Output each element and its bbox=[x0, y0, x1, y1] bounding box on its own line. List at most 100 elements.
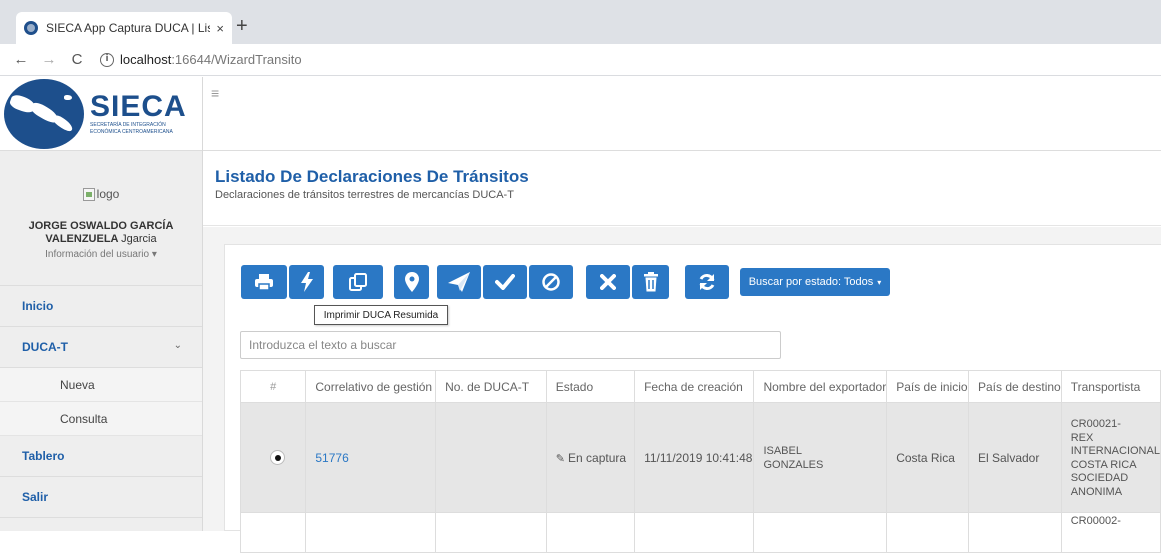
row-select-cell bbox=[239, 402, 307, 513]
location-button[interactable] bbox=[394, 265, 429, 299]
sidebar-item-label: Inicio bbox=[22, 299, 54, 313]
approve-button[interactable] bbox=[483, 265, 527, 299]
sidebar-item-nueva[interactable]: Nueva bbox=[0, 368, 202, 402]
sidebar-item-consulta[interactable]: Consulta bbox=[0, 402, 202, 436]
sidebar: SIECA SECRETARÍA DE INTEGRACIÓN ECONÓMIC… bbox=[0, 77, 203, 531]
site-favicon-icon bbox=[24, 21, 38, 35]
duca-t-submenu: Nueva Consulta bbox=[0, 368, 202, 436]
back-button[interactable]: ← bbox=[10, 51, 32, 68]
cancel-declaration-button[interactable] bbox=[529, 265, 573, 299]
tab-close-icon[interactable]: × bbox=[216, 21, 224, 36]
column-header[interactable]: País de inicio bbox=[886, 370, 969, 403]
sidebar-item-label: Tablero bbox=[22, 449, 65, 463]
map-marker-icon bbox=[404, 272, 419, 292]
print-button[interactable] bbox=[241, 265, 287, 299]
estado-cell: ✎ En captura bbox=[545, 402, 636, 513]
address-bar: ← → C i localhost:16644/WizardTransito bbox=[0, 44, 1161, 76]
correlativo-cell: 51776 bbox=[305, 402, 437, 513]
trash-icon bbox=[643, 272, 658, 292]
pais-destino-cell bbox=[967, 512, 1062, 553]
filter-by-status-label: Buscar por estado: Todos bbox=[748, 276, 874, 288]
user-name: JORGE OSWALDO GARCÍA VALENZUELA Jgarcia bbox=[0, 220, 202, 246]
sidebar-item-inicio[interactable]: Inicio bbox=[0, 286, 202, 327]
brand-subtitle-1: SECRETARÍA DE INTEGRACIÓN bbox=[90, 121, 166, 128]
pais-inicio-cell bbox=[886, 512, 969, 553]
ban-icon bbox=[542, 273, 560, 291]
edit-icon: ✎ bbox=[555, 451, 566, 465]
top-bar: ≡ bbox=[203, 77, 1161, 151]
refresh-button[interactable] bbox=[685, 265, 729, 299]
column-header[interactable]: Fecha de creación bbox=[634, 370, 755, 403]
column-header[interactable]: Correlativo de gestión bbox=[305, 370, 437, 403]
site-info-icon[interactable]: i bbox=[100, 52, 114, 67]
page-subtitle: Declaraciones de tránsitos terrestres de… bbox=[215, 189, 514, 201]
user-last-name: VALENZUELA bbox=[45, 232, 119, 245]
sidebar-item-duca-t[interactable]: DUCA-T ⌄ bbox=[0, 327, 202, 368]
close-button[interactable] bbox=[586, 265, 630, 299]
broken-image-icon bbox=[82, 187, 95, 201]
estado-cell bbox=[545, 512, 636, 553]
logo-alt-text: logo bbox=[96, 187, 120, 201]
column-header[interactable]: # bbox=[239, 370, 307, 403]
forward-button[interactable]: → bbox=[38, 51, 60, 68]
browser-tab[interactable]: SIECA App Captura DUCA | Listac × bbox=[16, 12, 232, 44]
bolt-icon bbox=[300, 272, 313, 292]
chevron-down-icon: ⌄ bbox=[173, 340, 182, 351]
estado-text: En captura bbox=[568, 450, 627, 465]
copy-button[interactable] bbox=[333, 265, 383, 299]
column-header[interactable]: No. de DUCA-T bbox=[435, 370, 547, 403]
column-header[interactable]: Transportista bbox=[1060, 370, 1161, 403]
row-select-cell bbox=[239, 512, 307, 553]
nombre-cell: ISABEL GONZALES bbox=[753, 402, 888, 513]
no-duca-cell bbox=[435, 402, 547, 513]
sidebar-item-label: DUCA-T bbox=[22, 340, 68, 354]
fecha-cell bbox=[634, 512, 755, 553]
transportista-cell: CR00021- REX INTERNACIONAL COSTA RICA SO… bbox=[1060, 402, 1161, 513]
filter-by-status-dropdown[interactable]: Buscar por estado: Todos ▾ bbox=[740, 268, 890, 296]
send-button[interactable] bbox=[437, 265, 481, 299]
bolt-button[interactable] bbox=[289, 265, 324, 299]
declarations-table: # Correlativo de gestión No. de DUCA-T E… bbox=[239, 370, 1161, 553]
transportista-cell: CR00002- bbox=[1060, 512, 1161, 553]
sidebar-item-tablero[interactable]: Tablero bbox=[0, 436, 202, 477]
print-icon bbox=[255, 274, 273, 291]
times-icon bbox=[600, 274, 616, 290]
user-logo-image: logo bbox=[82, 187, 120, 201]
new-tab-button[interactable]: + bbox=[236, 16, 248, 36]
send-icon bbox=[448, 272, 470, 292]
search-input[interactable] bbox=[240, 331, 781, 359]
reload-button[interactable]: C bbox=[66, 51, 88, 68]
user-profile: logo JORGE OSWALDO GARCÍA VALENZUELA Jga… bbox=[0, 151, 202, 286]
fecha-cell: 11/11/2019 10:41:48 bbox=[634, 402, 755, 513]
row-select-radio[interactable] bbox=[270, 450, 286, 466]
brand-logo[interactable]: SIECA SECRETARÍA DE INTEGRACIÓN ECONÓMIC… bbox=[0, 77, 202, 151]
column-header[interactable]: País de destino bbox=[967, 370, 1062, 403]
check-icon bbox=[495, 274, 515, 290]
delete-button[interactable] bbox=[632, 265, 669, 299]
no-duca-cell bbox=[435, 512, 547, 553]
brand-subtitle-2: ECONÓMICA CENTROAMERICANA bbox=[90, 128, 173, 135]
refresh-icon bbox=[699, 273, 715, 291]
user-info-dropdown[interactable]: Información del usuario ▾ bbox=[0, 249, 202, 260]
hamburger-menu-icon[interactable]: ≡ bbox=[211, 85, 219, 101]
url-field[interactable]: localhost:16644/WizardTransito bbox=[120, 52, 302, 67]
column-header[interactable]: Estado bbox=[545, 370, 636, 403]
caret-down-icon: ▾ bbox=[877, 277, 882, 287]
user-login: Jgarcia bbox=[121, 232, 157, 245]
url-path: :16644/WizardTransito bbox=[171, 52, 302, 67]
correlativo-link[interactable]: 51776 bbox=[315, 451, 348, 465]
table-row[interactable]: CR00002- bbox=[239, 512, 1161, 553]
copy-icon bbox=[349, 273, 367, 291]
sieca-globe-icon bbox=[4, 78, 84, 149]
correlativo-cell bbox=[305, 512, 437, 553]
sidebar-item-salir[interactable]: Salir bbox=[0, 477, 202, 518]
table-row[interactable]: 51776 ✎ En captura 11/11/2019 10:41:48 IS… bbox=[239, 402, 1161, 513]
column-header[interactable]: Nombre del exportador bbox=[753, 370, 888, 403]
table-header-row: # Correlativo de gestión No. de DUCA-T E… bbox=[239, 370, 1161, 403]
print-tooltip: Imprimir DUCA Resumida bbox=[314, 305, 448, 325]
pais-destino-cell: El Salvador bbox=[967, 402, 1062, 513]
pais-inicio-cell: Costa Rica bbox=[886, 402, 969, 513]
sidebar-item-label: Salir bbox=[22, 490, 49, 504]
page-header: Listado De Declaraciones De Tránsitos De… bbox=[203, 152, 1161, 226]
url-host: localhost bbox=[120, 52, 172, 67]
